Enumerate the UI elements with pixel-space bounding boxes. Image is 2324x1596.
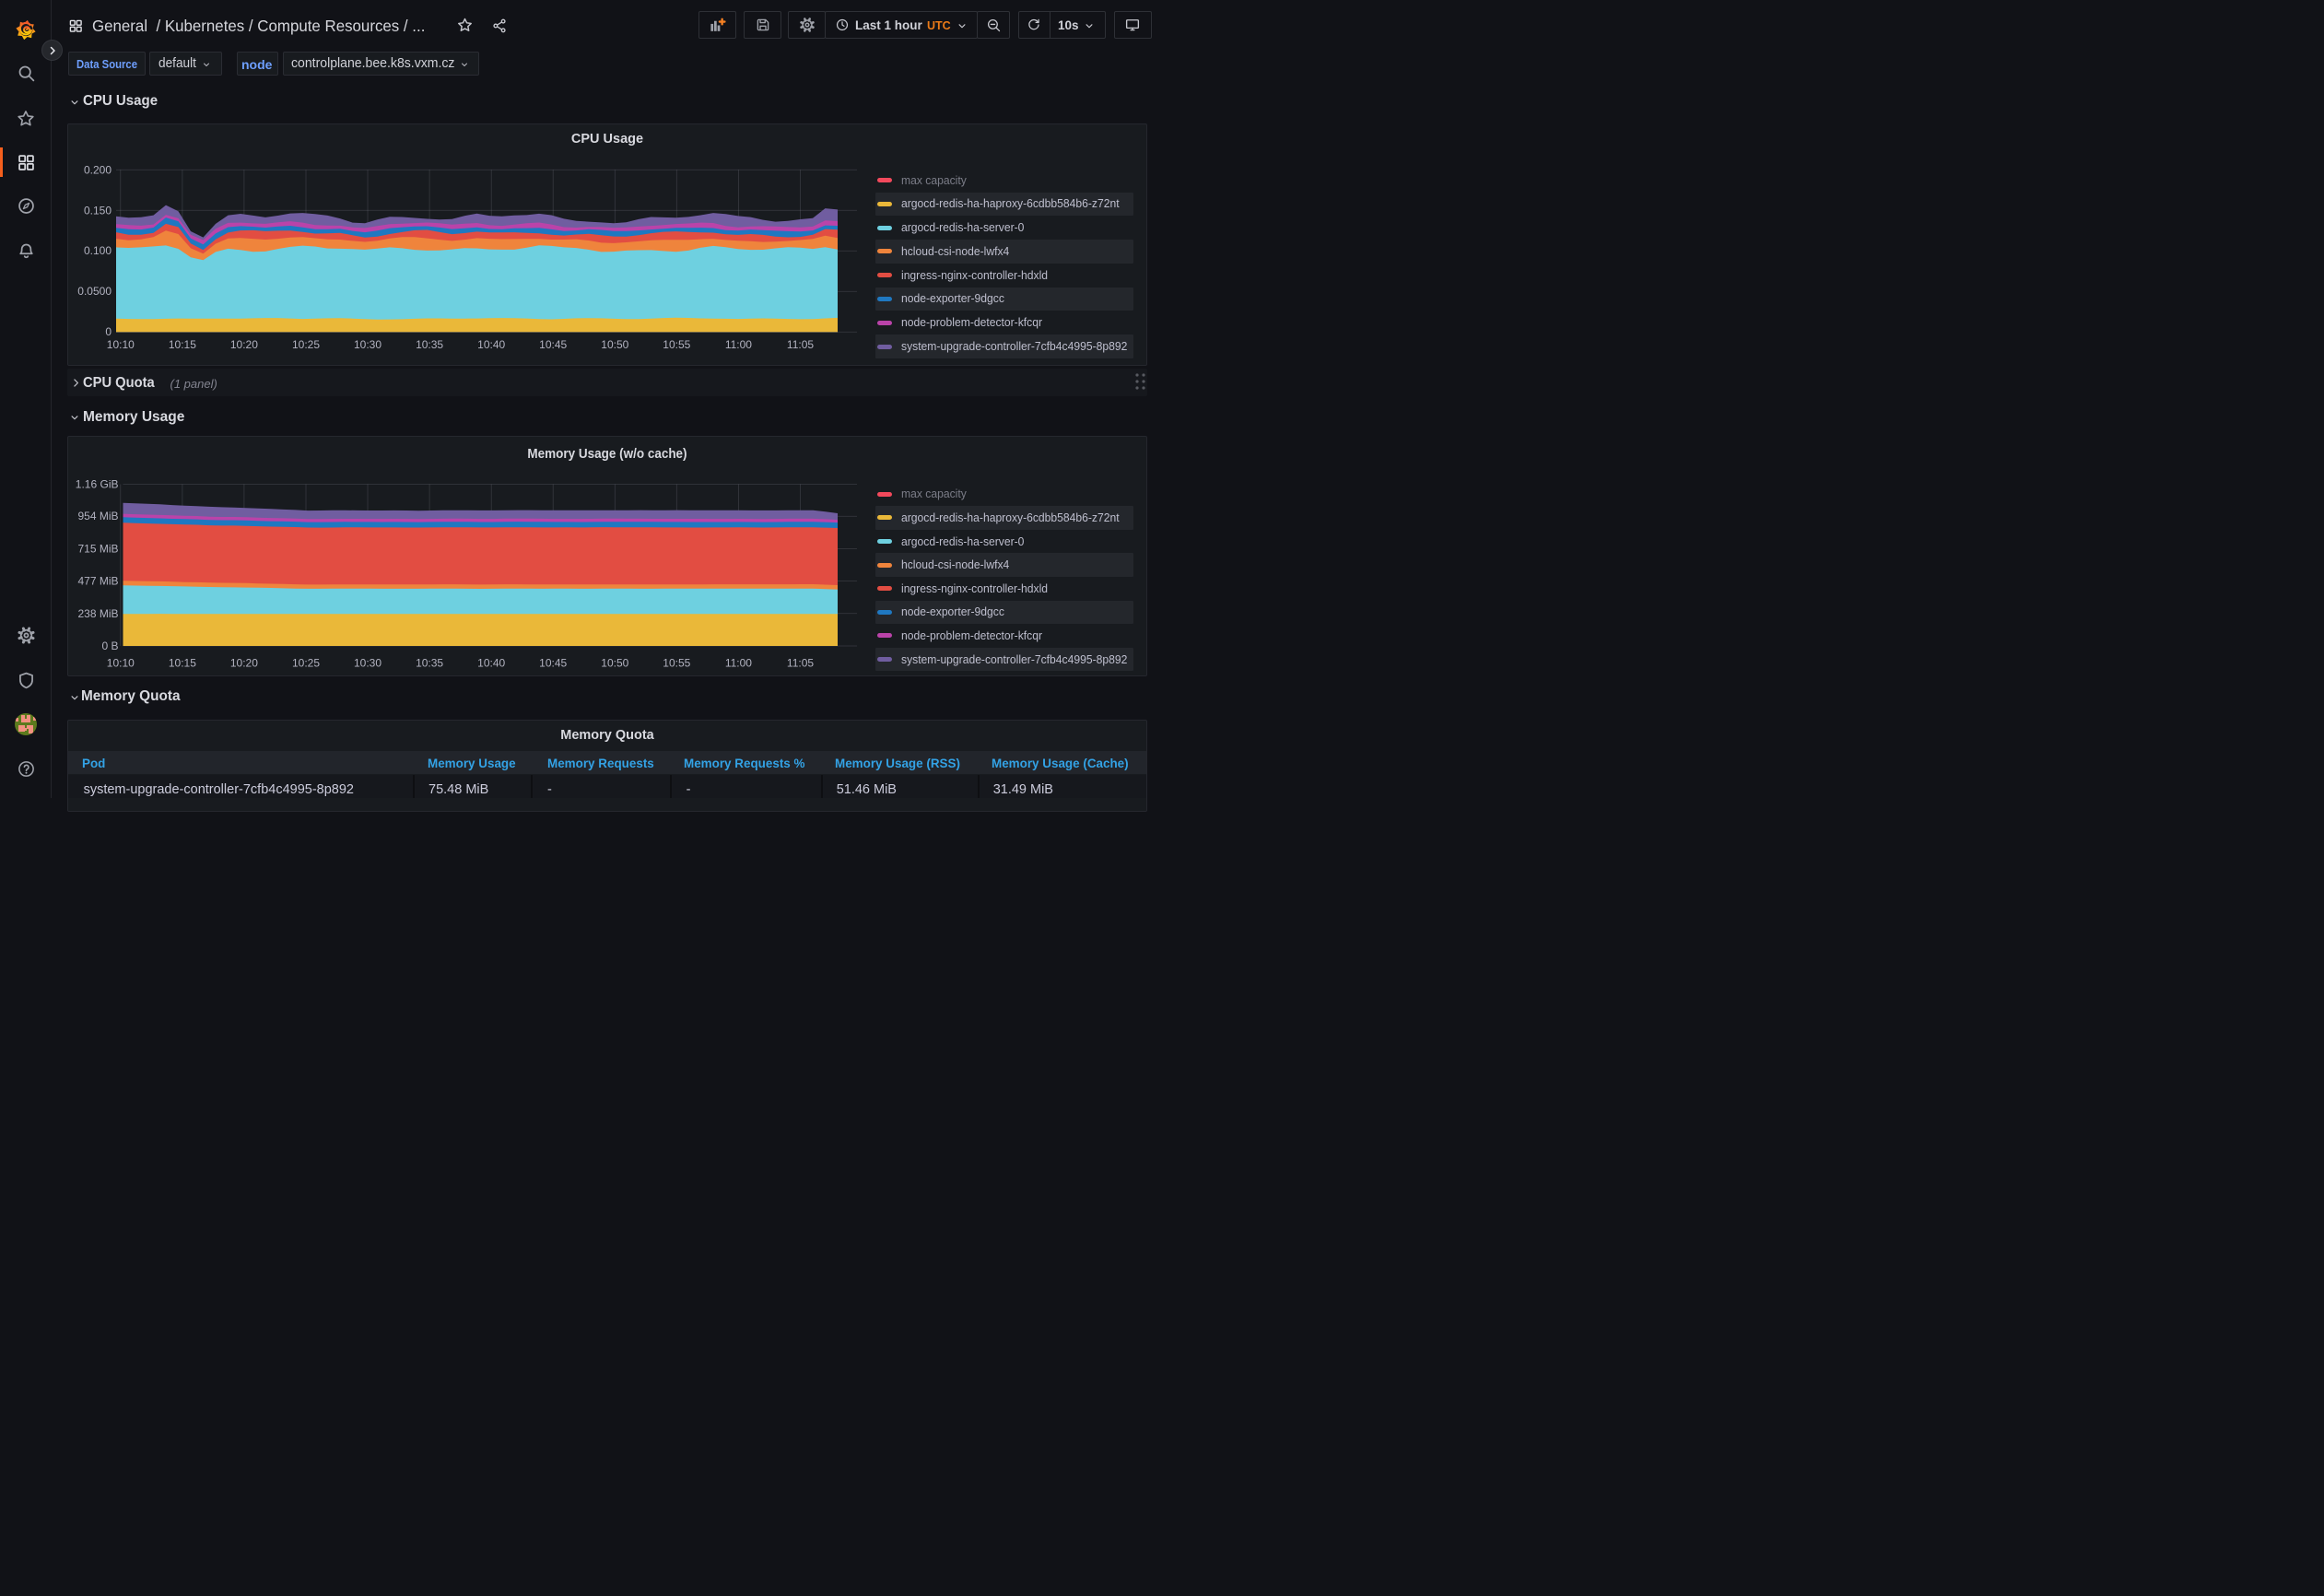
svg-text:10:25: 10:25 (292, 656, 320, 669)
svg-text:10:55: 10:55 (663, 338, 690, 351)
svg-text:10:55: 10:55 (663, 656, 690, 669)
svg-text:10:10: 10:10 (107, 338, 135, 351)
svg-text:11:05: 11:05 (787, 656, 814, 669)
svg-text:11:00: 11:00 (725, 338, 752, 351)
svg-text:0 B: 0 B (101, 640, 118, 652)
svg-text:10:15: 10:15 (169, 656, 196, 669)
svg-text:0.200: 0.200 (84, 163, 112, 176)
svg-text:10:35: 10:35 (416, 656, 443, 669)
svg-text:10:35: 10:35 (416, 338, 443, 351)
svg-text:11:05: 11:05 (787, 338, 814, 351)
svg-text:10:15: 10:15 (169, 338, 196, 351)
svg-text:10:25: 10:25 (292, 338, 320, 351)
svg-text:0.0500: 0.0500 (77, 285, 112, 298)
svg-text:10:50: 10:50 (601, 656, 628, 669)
svg-text:0.100: 0.100 (84, 244, 112, 257)
svg-text:1.16 GiB: 1.16 GiB (76, 478, 119, 491)
svg-text:477 MiB: 477 MiB (77, 575, 118, 588)
svg-text:10:20: 10:20 (230, 338, 258, 351)
svg-text:10:30: 10:30 (354, 338, 381, 351)
svg-text:238 MiB: 238 MiB (77, 607, 118, 620)
svg-text:954 MiB: 954 MiB (77, 510, 118, 522)
svg-text:0: 0 (105, 325, 112, 338)
svg-text:715 MiB: 715 MiB (77, 542, 118, 555)
svg-text:10:45: 10:45 (539, 338, 567, 351)
svg-text:10:40: 10:40 (477, 656, 505, 669)
svg-text:10:30: 10:30 (354, 656, 381, 669)
svg-text:10:45: 10:45 (539, 656, 567, 669)
svg-text:10:10: 10:10 (107, 656, 135, 669)
svg-text:0.150: 0.150 (84, 204, 112, 217)
svg-text:10:20: 10:20 (230, 656, 258, 669)
svg-text:11:00: 11:00 (725, 656, 752, 669)
svg-text:10:50: 10:50 (601, 338, 628, 351)
svg-text:10:40: 10:40 (477, 338, 505, 351)
